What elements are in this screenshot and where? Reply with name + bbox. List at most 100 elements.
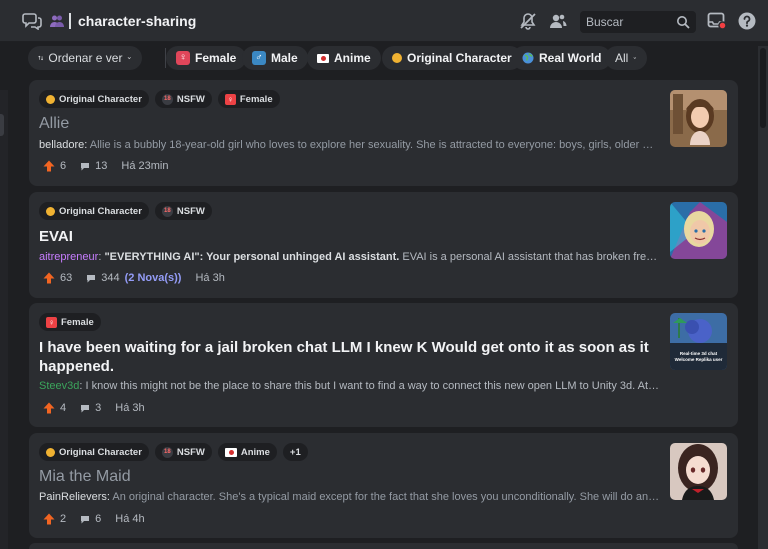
reply-count-value: 344 <box>101 272 120 284</box>
underage-icon: 18 <box>161 205 173 217</box>
tag-label: Original Character <box>59 446 142 458</box>
upvote-count: 63 <box>60 272 73 284</box>
forum-post-card[interactable]: Original Character 18 NSFW EVAI aitrepren… <box>29 192 738 298</box>
tag-label: NSFW <box>176 93 205 105</box>
thumbnail-image <box>670 90 727 147</box>
upvote-count: 4 <box>60 402 67 414</box>
yellow-circle-icon <box>46 447 55 457</box>
post-preview: aitrepreneur: "EVERYTHING AI": Your pers… <box>39 251 661 263</box>
post-title-line-1[interactable]: I have been waiting for a jail broken ch… <box>39 339 649 356</box>
tag-label: Anime <box>240 446 270 458</box>
chevron-down-icon <box>128 57 132 60</box>
member-list-icon[interactable] <box>549 12 567 30</box>
upvote-reaction[interactable]: 63 <box>43 272 72 284</box>
upvote-reaction[interactable]: 2 <box>43 513 66 525</box>
thumbnail-caption-line-2: Welcome Replika user <box>674 357 723 362</box>
post-author[interactable]: Steev3d <box>39 380 79 392</box>
tag-nsfw: 18 NSFW <box>154 202 212 220</box>
next-post-card-edge[interactable] <box>29 543 738 549</box>
scrollbar-thumb[interactable] <box>760 48 766 128</box>
post-timestamp: Há 4h <box>115 513 145 525</box>
post-author[interactable]: belladore <box>39 139 84 151</box>
message-icon <box>81 162 90 170</box>
message-icon <box>87 274 96 282</box>
left-panel-handle[interactable] <box>0 114 4 136</box>
filter-tag-real-world[interactable]: Real World <box>512 46 612 70</box>
upvote-reaction[interactable]: 4 <box>43 402 66 414</box>
search-box[interactable]: Buscar <box>580 11 696 33</box>
post-author[interactable]: aitrepreneur <box>39 251 98 263</box>
post-timestamp: Há 3h <box>195 272 225 284</box>
all-tags-dropdown[interactable]: All <box>605 46 647 70</box>
post-author[interactable]: PainRelievers <box>39 491 107 503</box>
post-stats: 63 344 (2 Nova(s)) Há 3h <box>43 272 239 284</box>
tag-label: NSFW <box>176 446 205 458</box>
thumbnail-image <box>670 202 727 259</box>
post-title[interactable]: Allie <box>39 115 69 133</box>
reply-count-value: 6 <box>95 513 102 525</box>
post-thumbnail[interactable] <box>670 202 727 259</box>
upvote-count: 6 <box>60 160 67 172</box>
filter-tag-label: Anime <box>334 51 371 65</box>
post-preview: belladore: Allie is a bubbly 18-year-old… <box>39 139 661 151</box>
tag-more: +1 <box>282 443 308 461</box>
tag-original-character: Original Character <box>39 202 149 220</box>
post-timestamp: Há 3h <box>115 402 145 414</box>
inbox-icon[interactable] <box>707 12 727 30</box>
post-stats: 6 13 Há 23min <box>43 160 182 172</box>
tag-original-character: Original Character <box>39 90 149 108</box>
underage-icon: 18 <box>161 93 173 105</box>
reply-count: 3 <box>80 402 101 414</box>
forum-post-card[interactable]: Original Character 18 NSFW Anime +1 Mia t… <box>29 433 738 538</box>
yellow-circle-icon <box>392 53 402 63</box>
post-tags: Original Character 18 NSFW ♀ Female <box>39 90 280 108</box>
new-replies-badge: (2 Nova(s)) <box>124 272 182 284</box>
up-arrow-icon <box>43 160 55 172</box>
thumbnail-caption: Real-time 3d chat Welcome Replika user <box>670 351 727 363</box>
filter-tag-label: Male <box>271 51 298 65</box>
forum-post-card[interactable]: ♀ Female I have been waiting for a jail b… <box>29 303 738 427</box>
filter-tag-male[interactable]: ♂ Male <box>242 46 308 70</box>
forum-channel-icon <box>22 13 42 30</box>
tag-nsfw: 18 NSFW <box>154 443 212 461</box>
post-thumbnail[interactable]: Real-time 3d chat Welcome Replika user <box>670 313 727 370</box>
chevron-down-icon <box>633 57 637 59</box>
tag-label: Female <box>61 316 94 328</box>
yellow-circle-icon <box>46 94 55 104</box>
filter-tag-female[interactable]: ♀ Female <box>166 46 247 70</box>
sort-and-view-button[interactable]: Ordenar e ver <box>28 46 142 70</box>
tag-original-character: Original Character <box>39 443 149 461</box>
post-preview: Steev3d: I know this might not be the pl… <box>39 380 661 392</box>
post-tags: Original Character 18 NSFW <box>39 202 212 220</box>
tag-label: Original Character <box>59 93 142 105</box>
all-tags-label: All <box>615 51 629 65</box>
mute-notifications-icon[interactable] <box>519 12 537 30</box>
filter-tag-original-character[interactable]: Original Character <box>382 46 522 70</box>
title-separator <box>69 13 71 29</box>
forum-post-card[interactable]: Original Character 18 NSFW ♀ Female Allie … <box>29 80 738 186</box>
tag-label: NSFW <box>176 205 205 217</box>
post-title-line-2[interactable]: happened. <box>39 358 114 375</box>
post-thumbnail[interactable] <box>670 90 727 147</box>
message-icon <box>81 404 90 412</box>
help-icon[interactable] <box>738 12 756 30</box>
post-timestamp: Há 23min <box>121 160 169 172</box>
post-title[interactable]: EVAI <box>39 228 73 245</box>
reply-count: 6 <box>80 513 101 525</box>
sort-label: Ordenar e ver <box>48 51 123 65</box>
post-title[interactable]: Mia the Maid <box>39 468 131 486</box>
upvote-count: 2 <box>60 513 67 525</box>
search-icon <box>677 16 690 29</box>
yellow-circle-icon <box>46 206 55 216</box>
post-thumbnail[interactable] <box>670 443 727 500</box>
tag-label: Original Character <box>59 205 142 217</box>
message-icon <box>81 515 90 523</box>
reply-count-value: 3 <box>95 402 102 414</box>
up-arrow-icon <box>43 513 55 525</box>
reply-count-value: 13 <box>95 160 108 172</box>
globe-icon <box>522 52 534 64</box>
upvote-reaction[interactable]: 6 <box>43 160 66 172</box>
filter-tag-anime[interactable]: Anime <box>307 46 381 70</box>
post-preview: PainRelievers: An original character. Sh… <box>39 491 661 503</box>
preview-text: EVAI is a personal AI assistant that has… <box>402 251 661 263</box>
